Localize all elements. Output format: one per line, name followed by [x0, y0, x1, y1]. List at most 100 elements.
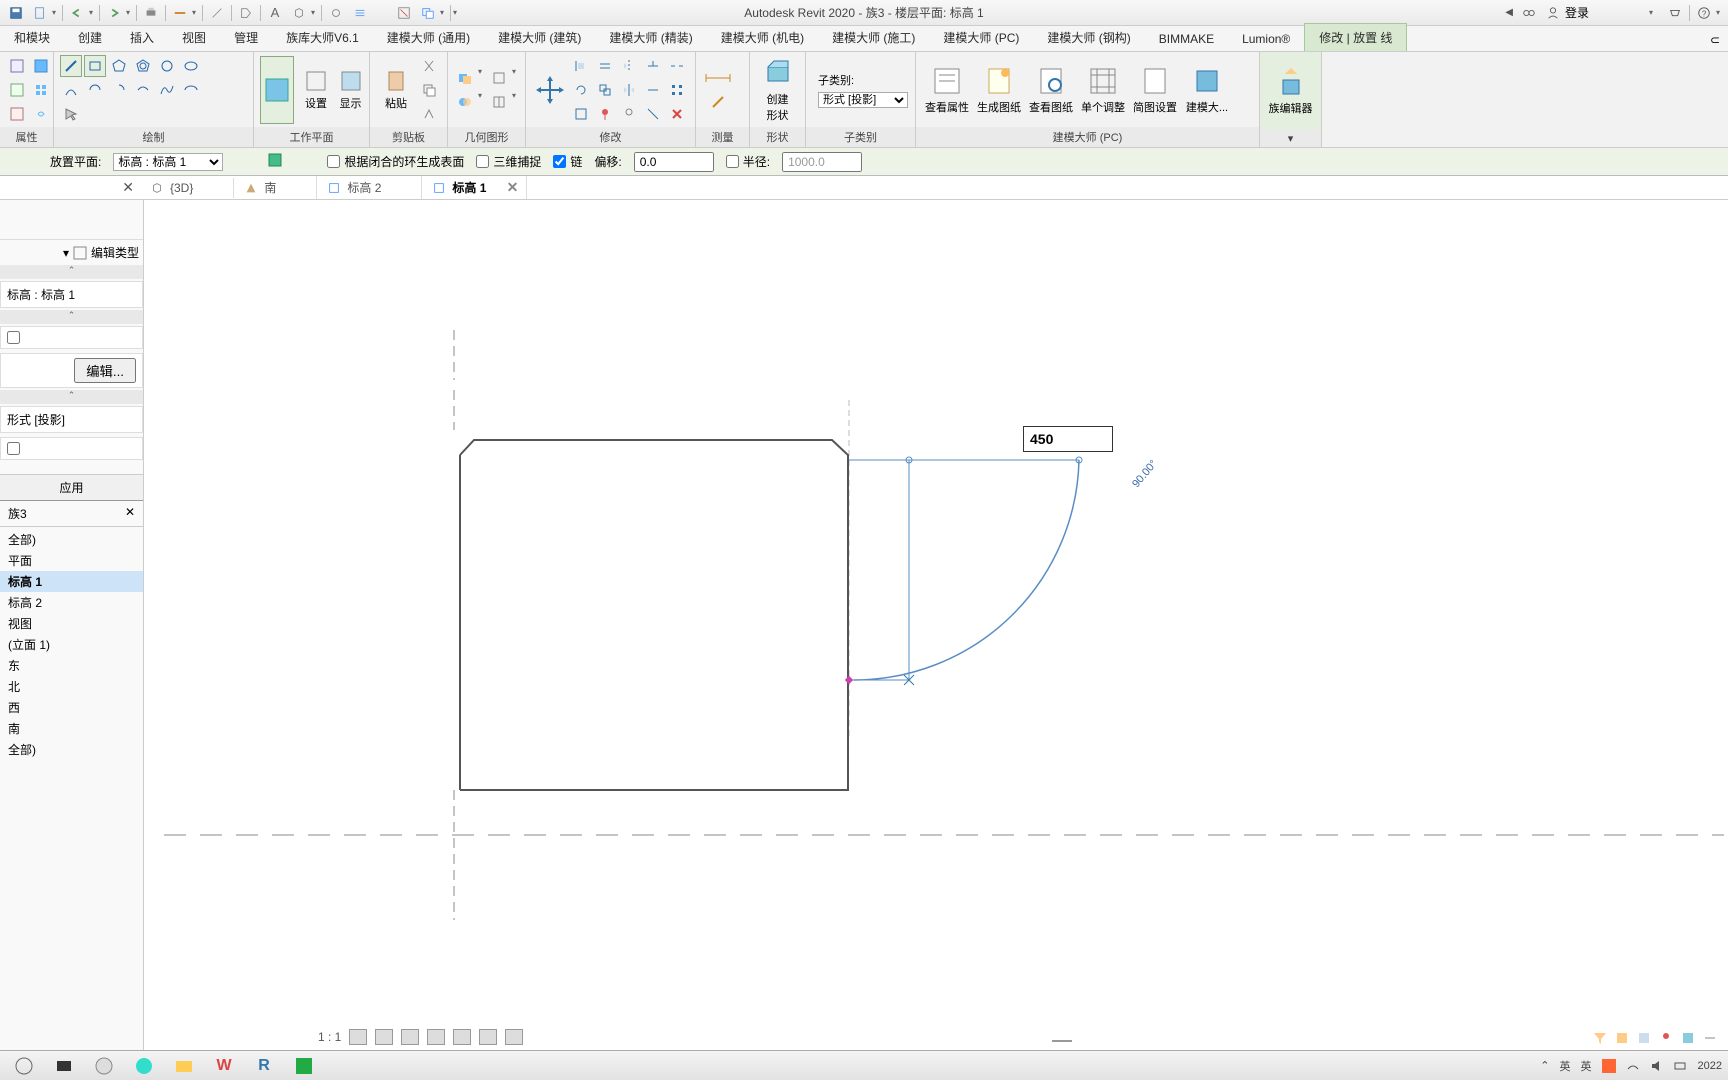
place-plane-select[interactable]: 标高 : 标高 1 [113, 153, 223, 171]
drag-elements-icon[interactable] [1702, 1030, 1718, 1046]
wifi-icon[interactable] [1626, 1059, 1640, 1073]
array-icon[interactable] [666, 79, 688, 101]
arc3pt-icon[interactable] [84, 79, 106, 101]
dim-align-icon[interactable] [207, 3, 227, 23]
dimension-input[interactable] [1023, 426, 1113, 452]
print-icon[interactable] [141, 3, 161, 23]
properties-icon[interactable] [6, 55, 28, 77]
edit-type-button[interactable]: 编辑类型 [91, 244, 139, 261]
close-panel-icon[interactable]: ✕ [122, 179, 134, 196]
crop-view-icon[interactable] [453, 1029, 471, 1045]
radius-input[interactable] [782, 152, 862, 172]
dropdown-icon[interactable]: ▾ [1649, 8, 1657, 17]
view-sheet-button[interactable]: 查看图纸 [1026, 56, 1076, 124]
scale-label[interactable]: 1 : 1 [318, 1030, 341, 1044]
view-tab-south[interactable]: 南 [234, 176, 317, 199]
cut-geom-icon[interactable] [454, 67, 476, 89]
generate-sheet-button[interactable]: 生成图纸 [974, 56, 1024, 124]
spline-icon[interactable] [156, 79, 178, 101]
properties2-icon[interactable] [30, 55, 52, 77]
close-hidden-icon[interactable] [394, 3, 414, 23]
radius-checkbox[interactable]: 半径: [726, 153, 770, 170]
dropdown-icon[interactable]: ▾ [440, 8, 448, 17]
ime-label[interactable]: 英 [1560, 1058, 1571, 1074]
move-button[interactable] [532, 56, 568, 124]
view-tab-3d[interactable]: {3D} [140, 178, 234, 198]
help-icon[interactable]: ? [1694, 3, 1714, 23]
tab-mm-mep[interactable]: 建模大师 (机电) [707, 24, 818, 51]
view-attributes-button[interactable]: 查看属性 [922, 56, 972, 124]
sogou-icon[interactable] [1602, 1059, 1616, 1073]
close-browser-icon[interactable]: ✕ [125, 505, 135, 522]
extend-icon[interactable] [642, 79, 664, 101]
tab-modules[interactable]: 和模块 [0, 24, 64, 51]
clock-label[interactable]: 2022 [1698, 1060, 1722, 1072]
pick-tool-icon[interactable] [60, 103, 82, 125]
collapse-icon[interactable]: ⌃ [0, 390, 143, 404]
checkbox-row2[interactable] [0, 437, 143, 460]
create-shape-button[interactable]: 创建形状 [756, 56, 799, 124]
app-icon[interactable] [286, 1053, 322, 1079]
binocular-icon[interactable] [1519, 3, 1539, 23]
trim-icon[interactable] [642, 55, 664, 77]
pin-icon[interactable] [594, 103, 616, 125]
tree-item[interactable]: 标高 2 [0, 592, 143, 613]
collapse-ribbon-icon[interactable]: ⊂ [1702, 29, 1728, 51]
arc-tool-icon[interactable] [60, 79, 82, 101]
arc-center-icon[interactable] [108, 79, 130, 101]
customize-qat-icon[interactable]: ▾ [453, 8, 461, 17]
revit-icon[interactable]: R [246, 1053, 282, 1079]
tab-mm-constr[interactable]: 建模大师 (施工) [818, 24, 929, 51]
tree-item[interactable]: 平面 [0, 550, 143, 571]
chrome-icon[interactable] [86, 1053, 122, 1079]
dropdown-icon[interactable]: ▾ [1716, 8, 1724, 17]
box3d-icon[interactable] [289, 3, 309, 23]
collapse-icon[interactable]: ⌃ [0, 265, 143, 279]
nav-left-icon[interactable]: ◀ [1505, 7, 1513, 18]
task-view-icon[interactable] [46, 1053, 82, 1079]
battery-icon[interactable] [1674, 1059, 1688, 1073]
dropdown-icon[interactable]: ▾ [311, 8, 319, 17]
show-workplane-icon[interactable] [267, 152, 283, 171]
tree-item[interactable]: 全部) [0, 739, 143, 760]
edit-button-row[interactable]: 编辑... [0, 353, 143, 388]
view-tab-level2[interactable]: 标高 2 [317, 176, 422, 199]
tab-modify-place-line[interactable]: 修改 | 放置 线 [1304, 23, 1407, 51]
rotate-icon[interactable] [570, 79, 592, 101]
polygon-out-icon[interactable] [132, 55, 154, 77]
tab-manage[interactable]: 管理 [220, 24, 272, 51]
detail-level-icon[interactable] [349, 1029, 367, 1045]
new-file-icon[interactable] [30, 3, 50, 23]
tab-mm-interior[interactable]: 建模大师 (精装) [595, 24, 706, 51]
edge-icon[interactable] [126, 1053, 162, 1079]
dropdown-icon[interactable]: ▾ [52, 8, 60, 17]
checkbox-row[interactable] [0, 326, 143, 349]
match-icon[interactable] [418, 103, 440, 125]
split-icon[interactable] [666, 55, 688, 77]
model-master-button[interactable]: 建模大... [1182, 56, 1232, 124]
simplify-settings-button[interactable]: 简图设置 [1130, 56, 1180, 124]
volume-icon[interactable] [1650, 1059, 1664, 1073]
dropdown-icon[interactable]: ▾ [192, 8, 200, 17]
undo-icon[interactable] [67, 3, 87, 23]
crop-region-icon[interactable] [479, 1029, 497, 1045]
form-row[interactable]: 形式 [投影] [0, 406, 143, 433]
polygon-in-icon[interactable] [108, 55, 130, 77]
edit-button[interactable]: 编辑... [74, 358, 136, 383]
paste-button[interactable]: 粘贴 [376, 56, 416, 124]
tray-chevron-icon[interactable]: ⌃ [1540, 1059, 1549, 1072]
measure-icon[interactable] [170, 3, 190, 23]
delete-icon[interactable] [666, 103, 688, 125]
copy-icon[interactable] [418, 79, 440, 101]
split-face-icon[interactable] [488, 91, 510, 113]
select-face-icon[interactable] [1680, 1030, 1696, 1046]
ime-mode-icon[interactable]: 英 [1581, 1058, 1592, 1074]
link-icon[interactable] [30, 103, 52, 125]
scale-icon[interactable] [570, 103, 592, 125]
visual-style-icon[interactable] [375, 1029, 393, 1045]
redo-icon[interactable] [104, 3, 124, 23]
apply-button[interactable]: 应用 [0, 474, 143, 500]
tree-item[interactable]: 东 [0, 655, 143, 676]
offset-icon[interactable] [594, 55, 616, 77]
select-pinned-icon[interactable] [1658, 1030, 1674, 1046]
